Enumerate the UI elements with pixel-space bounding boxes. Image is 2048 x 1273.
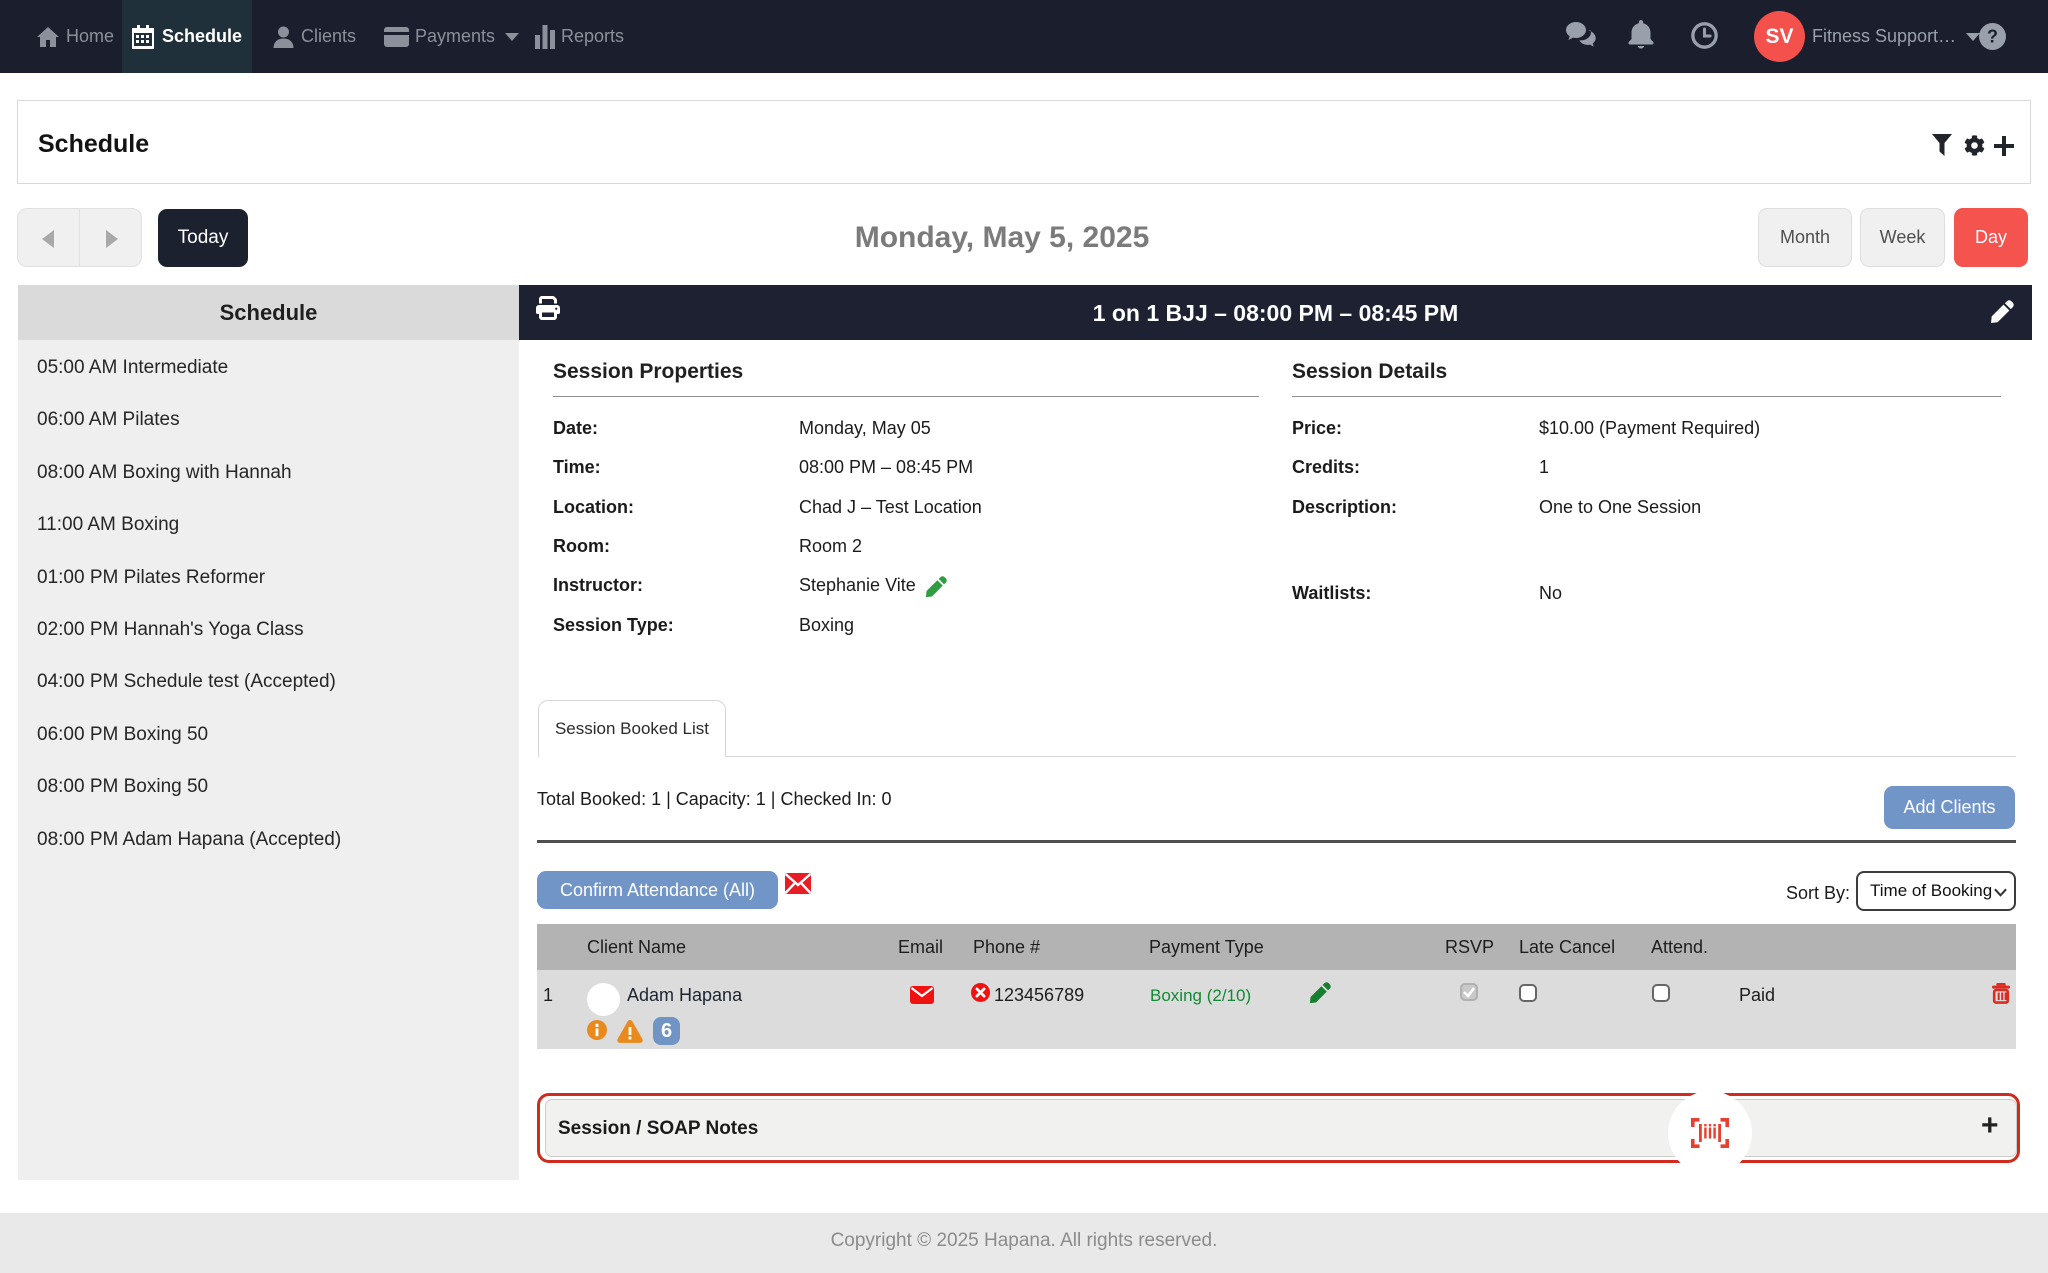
svg-text:?: ? <box>1987 27 1998 47</box>
